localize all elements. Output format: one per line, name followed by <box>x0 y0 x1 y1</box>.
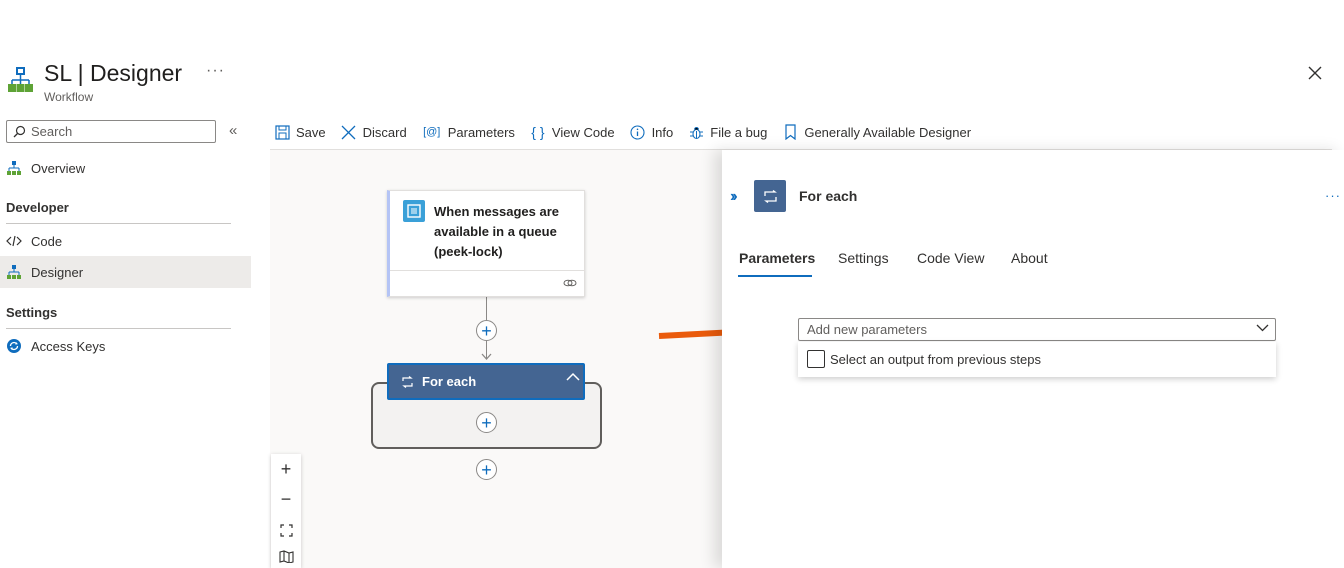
panel-more-button[interactable]: ··· <box>1325 188 1341 203</box>
connector-arrow-icon <box>481 353 492 361</box>
trigger-title: When messages are available in a queue (… <box>434 204 560 259</box>
info-button[interactable]: Info <box>630 124 674 140</box>
discard-label: Discard <box>362 124 407 140</box>
option-label[interactable]: Select an output from previous steps <box>830 352 1041 367</box>
foreach-title: For each <box>422 374 477 389</box>
sidebar-item-access-keys[interactable]: Access Keys <box>0 330 251 362</box>
tab-parameters[interactable]: Parameters <box>739 250 815 266</box>
chevron-down-icon <box>1256 324 1269 332</box>
loop-icon <box>402 375 413 388</box>
zoom-out-button[interactable]: − <box>271 484 301 514</box>
fit-view-icon[interactable] <box>271 515 301 545</box>
collapse-scope-icon[interactable] <box>566 372 580 381</box>
view-code-button[interactable]: { } View Code <box>530 124 615 140</box>
save-label: Save <box>296 124 326 140</box>
sidebar-item-label: Designer <box>31 264 84 280</box>
view-code-label: View Code <box>551 124 615 140</box>
discard-icon <box>341 124 357 140</box>
link-icon <box>563 277 577 289</box>
designer-toolbar: Save Discard [@] Parameters { } View Cod… <box>274 120 986 144</box>
add-parameters-dropdown[interactable]: Add new parameters <box>798 318 1276 341</box>
zoom-in-button[interactable]: + <box>271 454 301 484</box>
search-input[interactable]: Search <box>6 120 216 143</box>
dropdown-placeholder: Add new parameters <box>807 322 927 337</box>
card-divider <box>390 270 585 271</box>
connector-line <box>486 297 487 320</box>
sidebar-item-label: Code <box>31 233 63 249</box>
bookmark-icon <box>782 124 798 140</box>
sidebar-item-label: Overview <box>31 160 86 176</box>
parameters-icon: [@] <box>423 126 441 138</box>
file-bug-label: File a bug <box>710 124 768 140</box>
collapse-sidebar-button[interactable]: « <box>229 122 237 139</box>
discard-button[interactable]: Discard <box>341 124 407 140</box>
service-bus-icon <box>403 200 425 222</box>
file-bug-button[interactable]: File a bug <box>688 124 767 140</box>
plus-icon: + <box>481 412 492 433</box>
nav-section-developer: Developer <box>6 200 69 215</box>
search-placeholder: Search <box>31 124 73 139</box>
refresh-key-icon <box>6 338 22 354</box>
active-tab-indicator <box>738 275 812 277</box>
code-icon <box>6 233 22 249</box>
ga-designer-label: Generally Available Designer <box>804 124 972 140</box>
expand-panel-icon[interactable]: ›› <box>730 188 737 206</box>
overview-icon <box>6 160 22 176</box>
section-divider <box>6 328 231 329</box>
parameters-button[interactable]: [@] Parameters <box>422 124 515 140</box>
sidebar-item-code[interactable]: Code <box>0 225 251 257</box>
section-divider <box>6 223 231 224</box>
close-icon[interactable] <box>1306 64 1324 82</box>
ga-designer-button[interactable]: Generally Available Designer <box>782 124 971 140</box>
save-icon <box>274 124 290 140</box>
minimap-icon[interactable] <box>271 545 301 568</box>
info-icon <box>630 124 646 140</box>
tab-settings[interactable]: Settings <box>838 250 889 266</box>
sidebar-item-overview[interactable]: Overview <box>0 152 251 184</box>
parameters-label: Parameters <box>447 124 515 140</box>
loop-icon <box>754 180 786 212</box>
insert-step-after-button[interactable]: + <box>476 459 497 480</box>
bug-icon <box>688 124 704 140</box>
sidebar-item-designer[interactable]: Designer <box>0 256 251 288</box>
foreach-action-card[interactable]: For each <box>387 363 585 400</box>
save-button[interactable]: Save <box>274 124 326 140</box>
search-icon <box>13 125 26 138</box>
tab-code-view[interactable]: Code View <box>917 250 984 266</box>
page-subtitle: Workflow <box>44 90 94 104</box>
insert-step-in-loop-button[interactable]: + <box>476 412 497 433</box>
plus-icon: + <box>481 320 492 341</box>
option-checkbox[interactable] <box>807 350 825 368</box>
plus-icon: + <box>481 459 492 480</box>
panel-title: For each <box>799 188 858 204</box>
designer-app-icon <box>6 65 36 95</box>
sidebar-item-label: Access Keys <box>31 338 106 354</box>
designer-icon <box>6 264 22 280</box>
insert-step-button[interactable]: + <box>476 320 497 341</box>
more-options-button[interactable]: ··· <box>206 62 225 80</box>
nav-section-settings: Settings <box>6 305 58 320</box>
page-title: SL | Designer <box>44 60 183 86</box>
tab-about[interactable]: About <box>1011 250 1048 266</box>
braces-icon: { } <box>531 124 545 140</box>
info-label: Info <box>651 124 674 140</box>
